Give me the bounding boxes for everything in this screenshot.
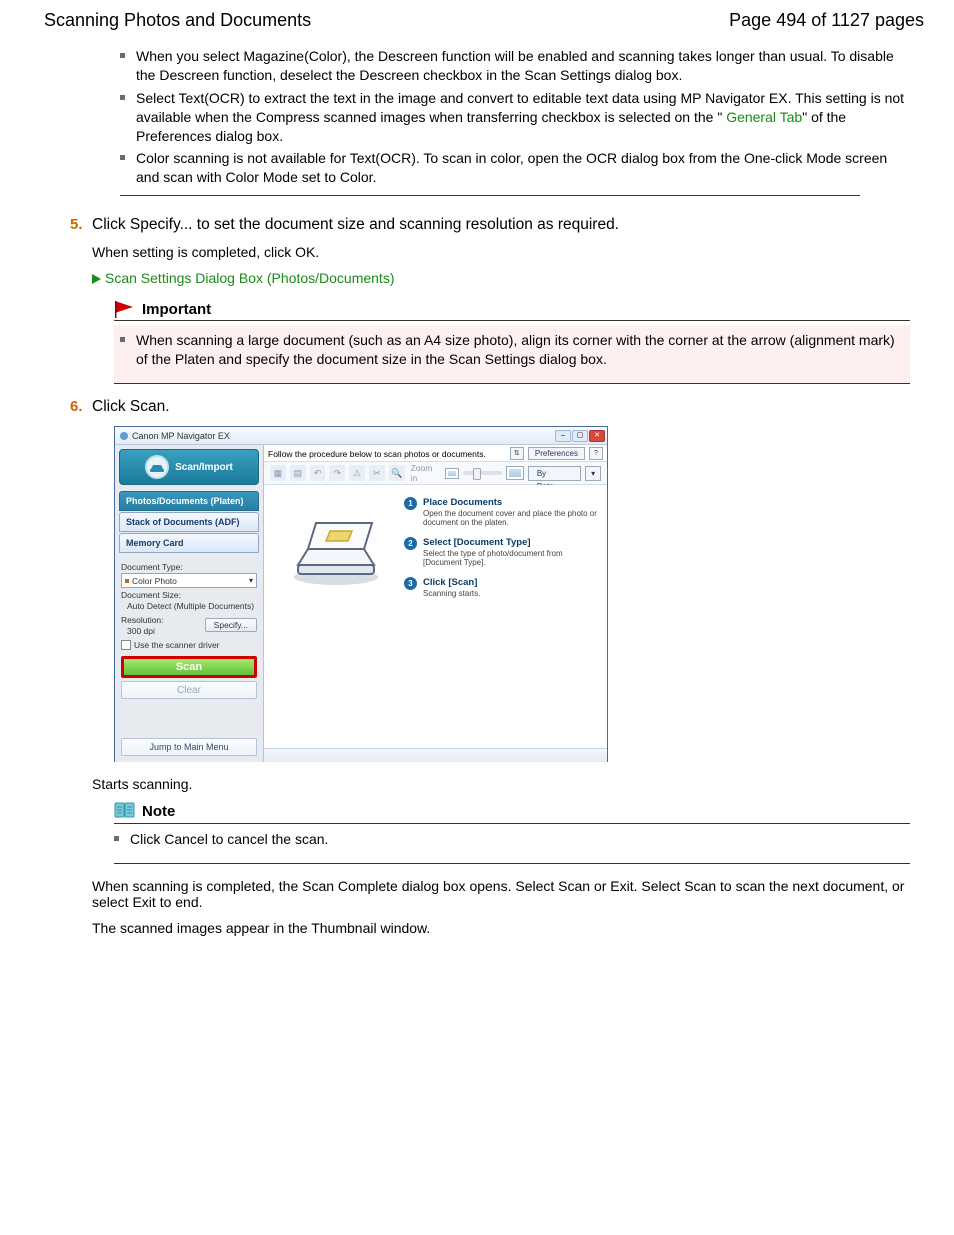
step-number: 5. bbox=[70, 216, 83, 233]
sort-dropdown-icon[interactable]: ▾ bbox=[585, 466, 601, 481]
step-title: Select [Document Type] bbox=[423, 537, 599, 548]
step-body: Open the document cover and place the ph… bbox=[423, 509, 599, 527]
guide-button[interactable]: ⇅ bbox=[510, 447, 524, 460]
step-5: 5. Click Specify... to set the document … bbox=[70, 216, 910, 384]
rotate-right-icon[interactable]: ↷ bbox=[329, 465, 345, 481]
important-title: Important bbox=[142, 301, 211, 318]
general-tab-link[interactable]: General Tab bbox=[726, 109, 802, 125]
zoom-icon[interactable]: 🔍 bbox=[389, 465, 405, 481]
note-icon bbox=[114, 802, 136, 821]
instruction-step-3: 3 Click [Scan] Scanning starts. bbox=[404, 577, 599, 598]
sort-button[interactable]: By Date bbox=[528, 466, 581, 481]
step-number: 6. bbox=[70, 398, 83, 415]
important-callout: Important When scanning a large document… bbox=[114, 300, 910, 384]
checkbox-label: Use the scanner driver bbox=[134, 640, 220, 650]
step-body: Select the type of photo/document from [… bbox=[423, 549, 599, 567]
step-body: Scanning starts. bbox=[423, 589, 480, 598]
close-button[interactable]: ✕ bbox=[589, 430, 605, 442]
status-bar bbox=[264, 748, 607, 762]
scanner-icon bbox=[145, 455, 169, 479]
doctype-label: Document Type: bbox=[121, 562, 257, 572]
resolution-value: 300 dpi bbox=[121, 626, 164, 636]
thumb-large-icon[interactable] bbox=[506, 466, 524, 480]
completion-text: When scanning is completed, the Scan Com… bbox=[92, 878, 910, 910]
note-title: Note bbox=[142, 803, 175, 820]
specify-button[interactable]: Specify... bbox=[205, 618, 257, 632]
app-screenshot: Canon MP Navigator EX – ▢ ✕ Scan/Import bbox=[114, 426, 608, 762]
divider bbox=[120, 195, 860, 196]
step-bubble-icon: 2 bbox=[404, 537, 417, 550]
toolbar: ▦ ▤ ↶ ↷ ⚠ ✂ 🔍 Zoom in By Date bbox=[264, 461, 607, 485]
app-icon bbox=[119, 431, 129, 441]
instruction-step-2: 2 Select [Document Type] Select the type… bbox=[404, 537, 599, 567]
help-button[interactable]: ? bbox=[589, 447, 603, 460]
rotate-left-icon[interactable]: ↶ bbox=[310, 465, 326, 481]
step-body: When setting is completed, click OK. bbox=[92, 244, 910, 260]
correction-icon[interactable]: ⚠ bbox=[349, 465, 365, 481]
window-title: Canon MP Navigator EX bbox=[132, 431, 230, 441]
jump-main-menu-button[interactable]: Jump to Main Menu bbox=[121, 738, 257, 756]
thumb-small-icon[interactable] bbox=[445, 468, 459, 479]
doctype-select[interactable]: Color Photo bbox=[121, 573, 257, 588]
trim-icon[interactable]: ✂ bbox=[369, 465, 385, 481]
docsize-value: Auto Detect (Multiple Documents) bbox=[121, 601, 257, 611]
step-title: Click Scan. bbox=[92, 398, 910, 416]
scan-import-header[interactable]: Scan/Import bbox=[119, 449, 259, 485]
important-bullet: When scanning a large document (such as … bbox=[120, 329, 904, 371]
flag-icon bbox=[114, 300, 136, 318]
scan-settings-link[interactable]: Scan Settings Dialog Box (Photos/Documen… bbox=[92, 270, 910, 286]
instruction-step-1: 1 Place Documents Open the document cove… bbox=[404, 497, 599, 527]
page-title: Scanning Photos and Documents bbox=[44, 10, 311, 31]
step-bubble-icon: 3 bbox=[404, 577, 417, 590]
thumbnail-text: The scanned images appear in the Thumbna… bbox=[92, 920, 910, 936]
tab-photos-documents[interactable]: Photos/Documents (Platen) bbox=[119, 491, 259, 511]
checkbox-icon bbox=[121, 640, 131, 650]
window-titlebar: Canon MP Navigator EX – ▢ ✕ bbox=[115, 427, 607, 445]
sidebar: Scan/Import Photos/Documents (Platen) St… bbox=[115, 445, 264, 762]
bullet-item: When you select Magazine(Color), the Des… bbox=[120, 45, 910, 87]
tab-memory-card[interactable]: Memory Card bbox=[119, 533, 259, 553]
scanner-illustration bbox=[286, 505, 386, 590]
bullet-item: Color scanning is not available for Text… bbox=[120, 147, 910, 189]
note-bullet: Click Cancel to cancel the scan. bbox=[114, 828, 910, 851]
zoom-label: Zoom in bbox=[411, 463, 441, 483]
step-title: Click Specify... to set the document siz… bbox=[92, 216, 910, 234]
follow-text: Follow the procedure below to scan photo… bbox=[268, 449, 486, 459]
docsize-label: Document Size: bbox=[121, 590, 257, 600]
bullet-item: Select Text(OCR) to extract the text in … bbox=[120, 87, 910, 148]
note-callout: Note Click Cancel to cancel the scan. bbox=[114, 802, 910, 864]
step-bubble-icon: 1 bbox=[404, 497, 417, 510]
thumb-size-slider[interactable] bbox=[463, 471, 502, 475]
doctype-value: Color Photo bbox=[132, 576, 177, 586]
scan-button[interactable]: Scan bbox=[121, 656, 257, 678]
step-title: Click [Scan] bbox=[423, 577, 480, 588]
use-scanner-driver-checkbox[interactable]: Use the scanner driver bbox=[121, 640, 257, 650]
grid-icon[interactable]: ▤ bbox=[290, 465, 306, 481]
select-all-icon[interactable]: ▦ bbox=[270, 465, 286, 481]
maximize-button[interactable]: ▢ bbox=[572, 430, 588, 442]
starts-scanning-text: Starts scanning. bbox=[92, 776, 910, 792]
resolution-label: Resolution: bbox=[121, 615, 164, 625]
sidehead-label: Scan/Import bbox=[175, 462, 233, 473]
minimize-button[interactable]: – bbox=[555, 430, 571, 442]
tab-stack-adf[interactable]: Stack of Documents (ADF) bbox=[119, 512, 259, 532]
clear-button[interactable]: Clear bbox=[121, 681, 257, 699]
step-6: 6. Click Scan. Canon MP Navigator EX – ▢… bbox=[70, 398, 910, 936]
top-bullet-list: When you select Magazine(Color), the Des… bbox=[120, 45, 910, 189]
page-indicator: Page 494 of 1127 pages bbox=[729, 10, 924, 31]
step-title: Place Documents bbox=[423, 497, 599, 508]
main-panel: Follow the procedure below to scan photo… bbox=[264, 445, 607, 762]
preferences-button[interactable]: Preferences bbox=[528, 447, 585, 460]
